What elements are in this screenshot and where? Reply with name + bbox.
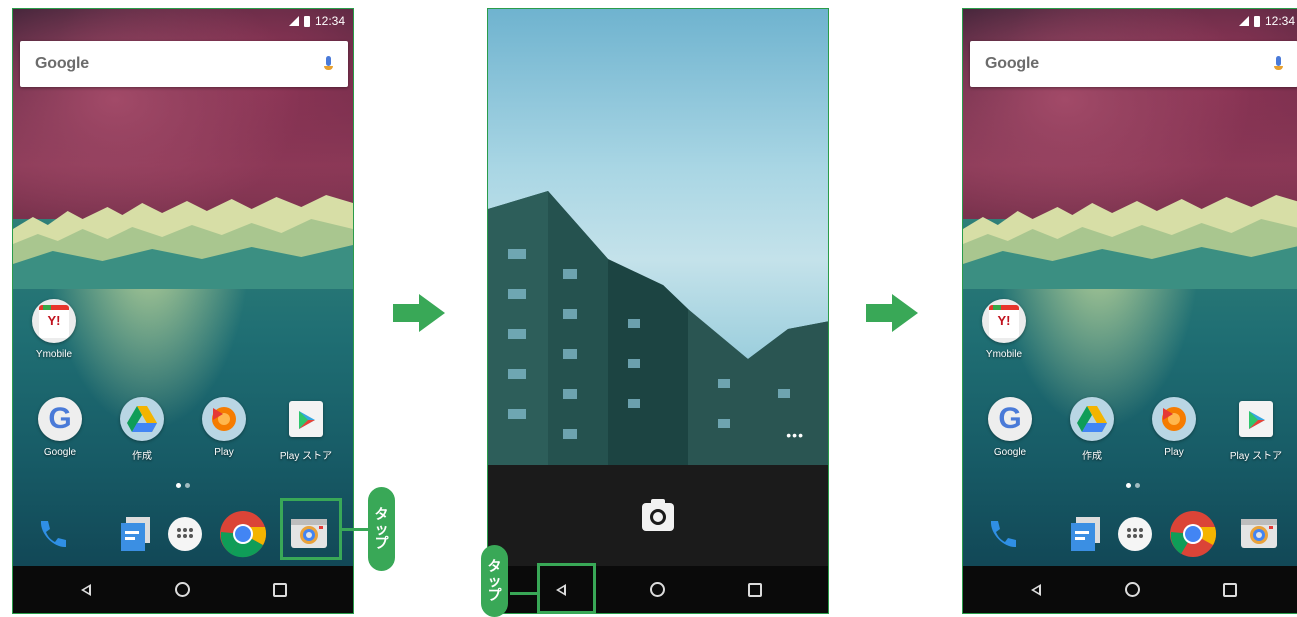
messages-icon: [1071, 517, 1100, 551]
drive-folder-icon: [120, 397, 164, 441]
app-google-folder[interactable]: G Google: [975, 397, 1045, 458]
app-google-folder[interactable]: G Google: [25, 397, 95, 458]
camera-screen: •••: [487, 8, 829, 614]
page-indicator: [963, 483, 1297, 488]
app-label: 作成: [1082, 451, 1102, 462]
mic-icon[interactable]: [324, 55, 333, 73]
recents-button[interactable]: [260, 575, 300, 605]
app-label: 作成: [132, 451, 152, 462]
messages-icon: [121, 517, 150, 551]
recents-icon: [273, 582, 288, 597]
battery-icon: [303, 15, 310, 27]
chrome-icon: [1170, 511, 1216, 557]
app-label: Play: [1164, 447, 1184, 458]
play-store-icon: [284, 397, 328, 441]
phone-app[interactable]: [977, 509, 1027, 559]
more-options-icon[interactable]: •••: [786, 427, 804, 443]
app-label: Play ストア: [1229, 451, 1283, 462]
app-drawer-button[interactable]: [160, 509, 210, 559]
navigation-bar: [963, 566, 1297, 613]
app-drawer-icon: [168, 517, 202, 551]
home-button[interactable]: [638, 575, 678, 605]
google-logo: Google: [985, 55, 1039, 72]
status-bar: 12:34: [13, 9, 353, 33]
navigation-bar: [13, 566, 353, 613]
app-label: Ymobile: [35, 349, 73, 360]
play-folder-icon: [1152, 397, 1196, 441]
app-play-folder[interactable]: Play: [1139, 397, 1209, 458]
app-label: Google: [993, 447, 1027, 458]
google-search-bar[interactable]: Google: [970, 41, 1297, 87]
chrome-app[interactable]: [1168, 509, 1218, 559]
phone-app[interactable]: [27, 509, 77, 559]
back-icon: [1030, 583, 1041, 596]
camera-icon: [1241, 519, 1277, 548]
building-photo: [488, 191, 828, 465]
signal-icon: [288, 16, 299, 26]
callout-line: [510, 592, 537, 595]
battery-icon: [1253, 15, 1260, 27]
google-search-bar[interactable]: Google: [20, 41, 348, 87]
app-label: Play ストア: [279, 451, 333, 462]
app-label: Google: [43, 447, 77, 458]
google-folder-icon: G: [38, 397, 82, 441]
page-indicator: [13, 483, 353, 488]
app-play-store[interactable]: Play ストア: [1221, 397, 1291, 462]
app-drive-folder[interactable]: 作成: [1057, 397, 1127, 462]
drive-folder-icon: [1070, 397, 1114, 441]
home-screen-after: 12:34 Google Y! Ymobile G Google 作成 Play…: [962, 8, 1297, 614]
play-store-icon: [1234, 397, 1278, 441]
status-time: 12:34: [314, 14, 345, 28]
back-icon: [80, 583, 91, 596]
next-step-arrow-icon: [393, 294, 445, 332]
app-drawer-icon: [1118, 517, 1152, 551]
status-time: 12:34: [1264, 14, 1295, 28]
app-drawer-button[interactable]: [1110, 509, 1160, 559]
camera-viewfinder[interactable]: [488, 9, 828, 465]
callout-line: [342, 528, 368, 531]
app-play-store[interactable]: Play ストア: [271, 397, 341, 462]
google-logo: Google: [35, 55, 89, 72]
app-drive-folder[interactable]: 作成: [107, 397, 177, 462]
app-play-folder[interactable]: Play: [189, 397, 259, 458]
ymobile-icon: Y!: [982, 299, 1026, 343]
recents-button[interactable]: [735, 575, 775, 605]
home-icon: [175, 582, 191, 597]
recents-icon: [1223, 582, 1238, 597]
back-button-highlight: [537, 563, 596, 614]
chrome-icon: [220, 511, 266, 558]
back-button[interactable]: [1016, 575, 1056, 605]
app-ymobile[interactable]: Y! Ymobile: [969, 299, 1039, 360]
camera-controls: [488, 465, 828, 569]
status-bar: 12:34: [963, 9, 1297, 33]
tap-callout-back: タップ: [481, 545, 508, 617]
messages-app[interactable]: [1060, 509, 1110, 559]
app-label: Play: [214, 447, 234, 458]
next-step-arrow-icon: [866, 294, 918, 332]
camera-app[interactable]: [1234, 507, 1284, 557]
ymobile-icon: Y!: [32, 299, 76, 343]
recents-button[interactable]: [1210, 575, 1250, 605]
signal-icon: [1238, 16, 1249, 26]
play-folder-icon: [202, 397, 246, 441]
home-button[interactable]: [163, 575, 203, 605]
home-icon: [650, 582, 666, 597]
app-ymobile[interactable]: Y! Ymobile: [19, 299, 89, 360]
app-label: Ymobile: [985, 349, 1023, 360]
recents-icon: [748, 582, 763, 597]
tap-callout-camera: タップ: [368, 487, 395, 571]
mic-icon[interactable]: [1274, 55, 1283, 73]
home-icon: [1125, 582, 1141, 597]
messages-app[interactable]: [110, 509, 160, 559]
home-button[interactable]: [1113, 575, 1153, 605]
camera-shutter-icon[interactable]: [642, 499, 674, 531]
phone-icon: [40, 521, 66, 548]
back-button[interactable]: [66, 575, 106, 605]
chrome-app[interactable]: [218, 509, 268, 559]
phone-icon: [990, 521, 1016, 548]
google-folder-icon: G: [988, 397, 1032, 441]
camera-icon-highlight: [280, 498, 342, 560]
